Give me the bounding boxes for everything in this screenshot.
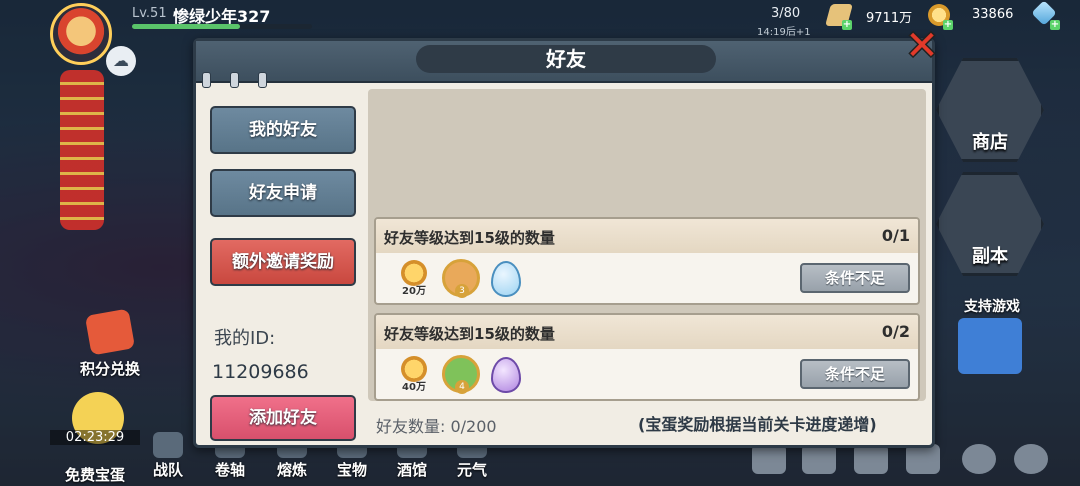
task-header: 好友等级达到15级的数量 0/2 [376, 315, 918, 349]
free-egg-timer: 02:23:29 [50, 430, 140, 445]
task-title: 好友等级达到15级的数量 [384, 229, 555, 247]
reward-task: 好友等级达到15级的数量 0/1 20万 3 条件不足 [374, 217, 920, 305]
stamina-timer: 14:19后+1 [757, 27, 811, 38]
dialog-dots-decoration [202, 72, 286, 92]
settings-gear-icon[interactable] [1014, 444, 1048, 474]
xp-bar [132, 24, 312, 29]
nav-label: 元气 [456, 461, 487, 479]
stamina-value: 3/80 [771, 6, 801, 21]
chat-icon[interactable] [752, 444, 786, 474]
claim-button-disabled[interactable]: 条件不足 [800, 359, 910, 389]
cloud-icon: ☁ [113, 51, 129, 70]
dungeon-label: 副本 [972, 246, 1008, 267]
xp-bar-fill [132, 24, 240, 29]
friends-dialog: 好友 我的好友 好友申请 额外邀请奖励 我的ID: 11209686 添加好友 … [193, 38, 935, 448]
reward-note: (宝蛋奖励根据当前关卡进度递增) [638, 415, 877, 434]
task-title: 好友等级达到15级的数量 [384, 325, 555, 343]
dungeon-button[interactable]: 副本 [936, 172, 1044, 276]
gift-icon[interactable] [958, 318, 1022, 374]
hero-level: 4 [455, 380, 469, 394]
points-exchange-label: 积分兑换 [79, 360, 140, 378]
task-progress: 0/1 [881, 226, 910, 245]
reward-list[interactable]: 好友等级达到15级的数量 0/1 20万 3 条件不足 好友等级达到15级的数量… [368, 89, 926, 401]
my-id-value: 11209686 [212, 361, 309, 383]
nav-label: 熔炼 [276, 461, 307, 479]
hero-level: 3 [455, 284, 469, 298]
nav-label: 战队 [152, 461, 183, 479]
friend-count: 好友数量: 0/200 [376, 417, 497, 436]
dialog-header: 好友 [196, 41, 932, 83]
friends-icon[interactable] [802, 444, 836, 474]
nav-label: 酒馆 [396, 461, 427, 479]
notice-icon[interactable] [906, 444, 940, 474]
nav-label: 卷轴 [214, 461, 245, 479]
team-icon [153, 432, 183, 458]
firecracker-decoration [60, 70, 104, 230]
coin-reward: 40万 [396, 355, 432, 393]
egg-reward [488, 259, 524, 297]
reward-task: 好友等级达到15级的数量 0/2 40万 4 条件不足 [374, 313, 920, 401]
free-egg-button[interactable]: 02:23:29 免费宝蛋 [50, 392, 140, 486]
hero-reward: 3 [442, 259, 480, 298]
dialog-title: 好友 [416, 45, 716, 73]
points-exchange-icon [84, 308, 136, 356]
tab-my-friends[interactable]: 我的好友 [210, 106, 356, 154]
tab-invite-rewards[interactable]: 额外邀请奖励 [210, 238, 356, 286]
egg-reward [488, 355, 524, 393]
hero-reward: 4 [442, 355, 480, 394]
purple-egg-icon [491, 357, 521, 393]
coin-amount: 40万 [402, 382, 426, 393]
nav-item-team[interactable]: 战队 [140, 430, 196, 486]
add-friend-button[interactable]: 添加好友 [210, 395, 356, 441]
gem-add-icon[interactable]: + [1050, 20, 1060, 30]
free-egg-label: 免费宝蛋 [64, 466, 125, 484]
points-exchange-button[interactable]: 积分兑换 [70, 308, 150, 382]
player-avatar[interactable] [50, 3, 112, 65]
nav-label: 宝物 [336, 461, 367, 479]
cloud-sync-button[interactable]: ☁ [106, 46, 136, 76]
mail-icon[interactable] [854, 444, 888, 474]
coin-reward: 20万 [396, 259, 432, 297]
my-id-label: 我的ID: [214, 328, 276, 349]
close-icon[interactable]: ✕ [902, 26, 942, 66]
player-level: Lv.51 [132, 6, 167, 21]
help-icon[interactable] [962, 444, 996, 474]
claim-button-disabled[interactable]: 条件不足 [800, 263, 910, 293]
support-label: 支持游戏 [964, 299, 1020, 315]
shop-button[interactable]: 商店 [936, 58, 1044, 162]
blue-egg-icon [491, 261, 521, 297]
shop-label: 商店 [972, 132, 1008, 153]
task-progress: 0/2 [881, 322, 910, 341]
task-header: 好友等级达到15级的数量 0/1 [376, 219, 918, 253]
gem-value: 33866 [972, 7, 1014, 22]
stamina-add-icon[interactable]: + [842, 20, 852, 30]
tab-friend-requests[interactable]: 好友申请 [210, 169, 356, 217]
coin-amount: 20万 [402, 286, 426, 297]
gold-add-icon[interactable]: + [943, 20, 953, 30]
